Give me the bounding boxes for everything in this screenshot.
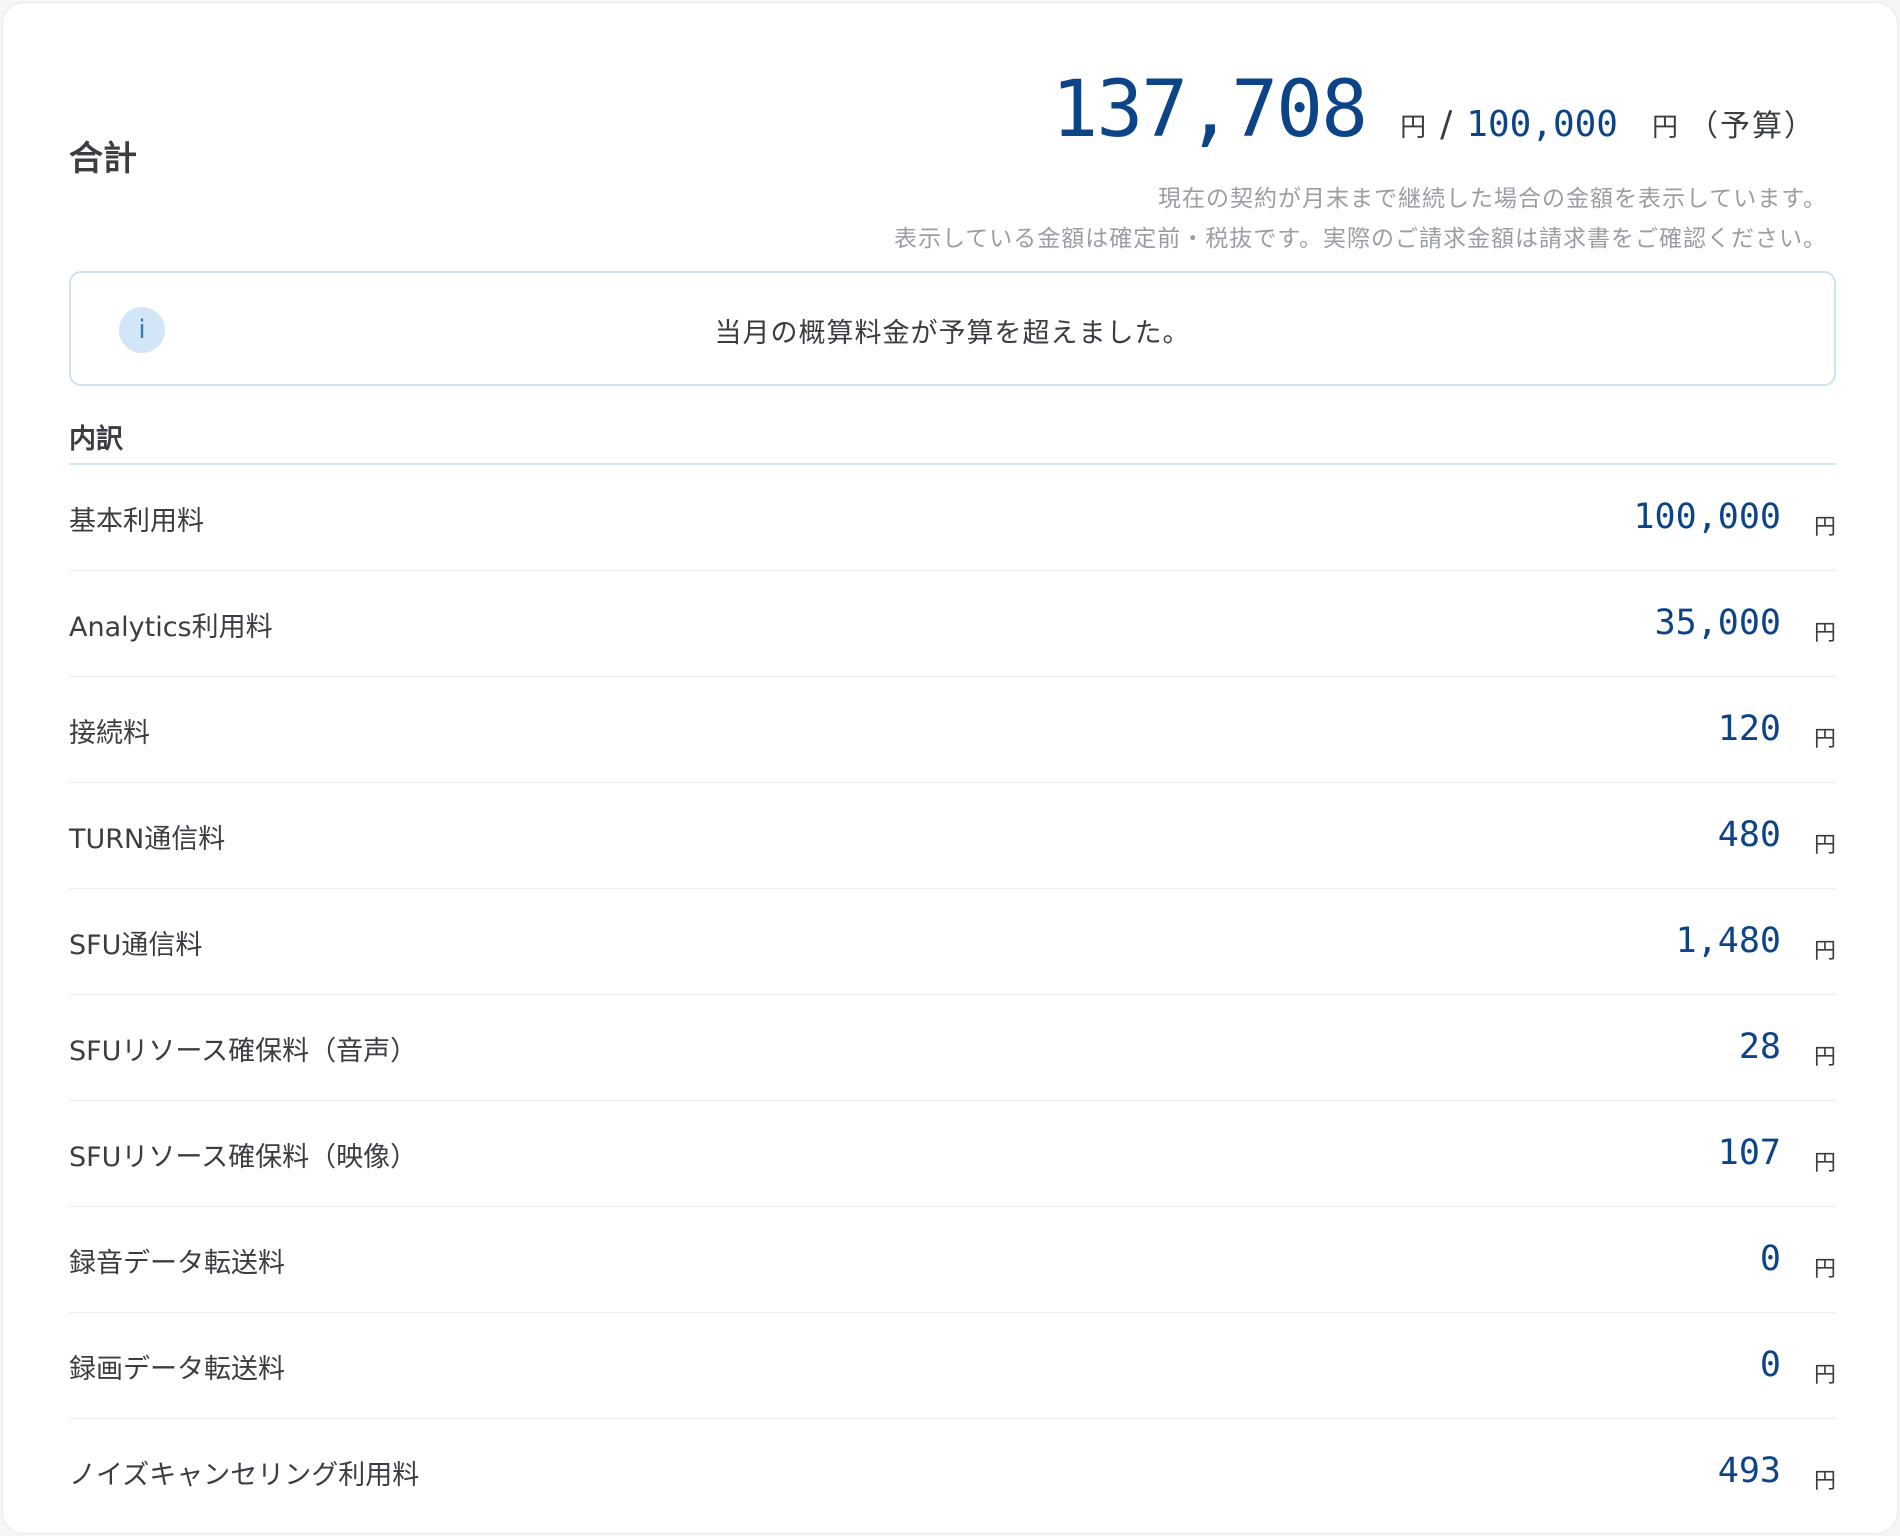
- budget-label: （予算）: [1688, 109, 1816, 144]
- breakdown-row-value: 480: [1717, 815, 1781, 855]
- alert-message: 当月の概算料金が予算を超えました。: [714, 318, 1191, 349]
- breakdown-row: SFUリソース確保料（音声） 28 円: [69, 995, 1836, 1101]
- breakdown-row-label: SFU通信料: [69, 930, 203, 961]
- breakdown-row-label: SFUリソース確保料（音声）: [69, 1036, 418, 1067]
- breakdown-row-value: 28: [1738, 1027, 1781, 1067]
- breakdown-row-unit: 円: [1813, 621, 1836, 646]
- total-currency: 円: [1400, 113, 1427, 143]
- note-line: 現在の契約が月末まで継続した場合の金額を表示しています。: [1157, 186, 1827, 212]
- breakdown-row: Analytics利用料 35,000 円: [69, 571, 1836, 677]
- breakdown-row-unit: 円: [1813, 1363, 1836, 1388]
- breakdown-row-label: 接続料: [69, 718, 150, 749]
- total-notes: 現在の契約が月末まで継続した場合の金額を表示しています。 表示している金額は確定…: [894, 179, 1827, 259]
- breakdown-row-label: 録音データ転送料: [69, 1248, 285, 1279]
- breakdown-list: 基本利用料 100,000 円 Analytics利用料 35,000 円接続料 120 円 T…: [69, 465, 1836, 1525]
- breakdown-row-unit: 円: [1813, 1257, 1836, 1282]
- breakdown-row-unit: 円: [1813, 833, 1836, 858]
- breakdown-row-value: 493: [1717, 1451, 1781, 1491]
- total-label: 合計: [69, 139, 137, 179]
- breakdown-row-label: 基本利用料: [69, 506, 204, 537]
- breakdown-row-value: 35,000: [1654, 603, 1781, 643]
- breakdown-row: TURN通信料 480 円: [69, 783, 1836, 889]
- breakdown-row-value: 0: [1759, 1239, 1781, 1279]
- breakdown-row-unit: 円: [1813, 1469, 1836, 1494]
- total-separator: /: [1440, 104, 1453, 145]
- note-line: 表示している金額は確定前・税抜です。実際のご請求金額は請求書をご確認ください。: [893, 226, 1827, 252]
- breakdown-row: ノイズキャンセリング利用料 493 円: [69, 1419, 1836, 1525]
- breakdown-row-value: 0: [1759, 1345, 1781, 1385]
- billing-card: 合計 137,708 円 / 100,000 円 （予算） 現在の契約が月末まで…: [2, 2, 1898, 1534]
- breakdown-row-unit: 円: [1813, 727, 1836, 752]
- total-amount: 137,708: [1051, 65, 1368, 155]
- breakdown-row-value: 1,480: [1675, 921, 1781, 961]
- breakdown-row: SFU通信料 1,480 円: [69, 889, 1836, 995]
- breakdown-row-value: 120: [1717, 709, 1781, 749]
- breakdown-row-unit: 円: [1813, 1151, 1836, 1176]
- breakdown-row-label: ノイズキャンセリング利用料: [69, 1460, 420, 1491]
- breakdown-row-label: Analytics利用料: [69, 612, 273, 643]
- breakdown-row: 録画データ転送料 0 円: [69, 1313, 1836, 1419]
- total-summary: 137,708 円 / 100,000 円 （予算）: [1051, 65, 1816, 155]
- breakdown-row: 録音データ転送料 0 円: [69, 1207, 1836, 1313]
- breakdown-row-label: SFUリソース確保料（映像）: [69, 1142, 418, 1173]
- breakdown-row-value: 107: [1717, 1133, 1781, 1173]
- breakdown-row: 接続料 120 円: [69, 677, 1836, 783]
- breakdown-row: SFUリソース確保料（映像） 107 円: [69, 1101, 1836, 1207]
- breakdown-title: 内訳: [69, 424, 123, 455]
- breakdown-row: 基本利用料 100,000 円: [69, 465, 1836, 571]
- budget-amount: 100,000: [1466, 104, 1618, 145]
- breakdown-row-label: 録画データ転送料: [69, 1354, 285, 1385]
- breakdown-row-label: TURN通信料: [69, 824, 226, 855]
- breakdown-row-unit: 円: [1813, 939, 1836, 964]
- budget-exceeded-alert: i 当月の概算料金が予算を超えました。: [69, 271, 1836, 386]
- breakdown-row-value: 100,000: [1633, 497, 1781, 537]
- breakdown-row-unit: 円: [1813, 1045, 1836, 1070]
- budget-currency: 円: [1651, 113, 1678, 143]
- breakdown-row-unit: 円: [1813, 515, 1836, 540]
